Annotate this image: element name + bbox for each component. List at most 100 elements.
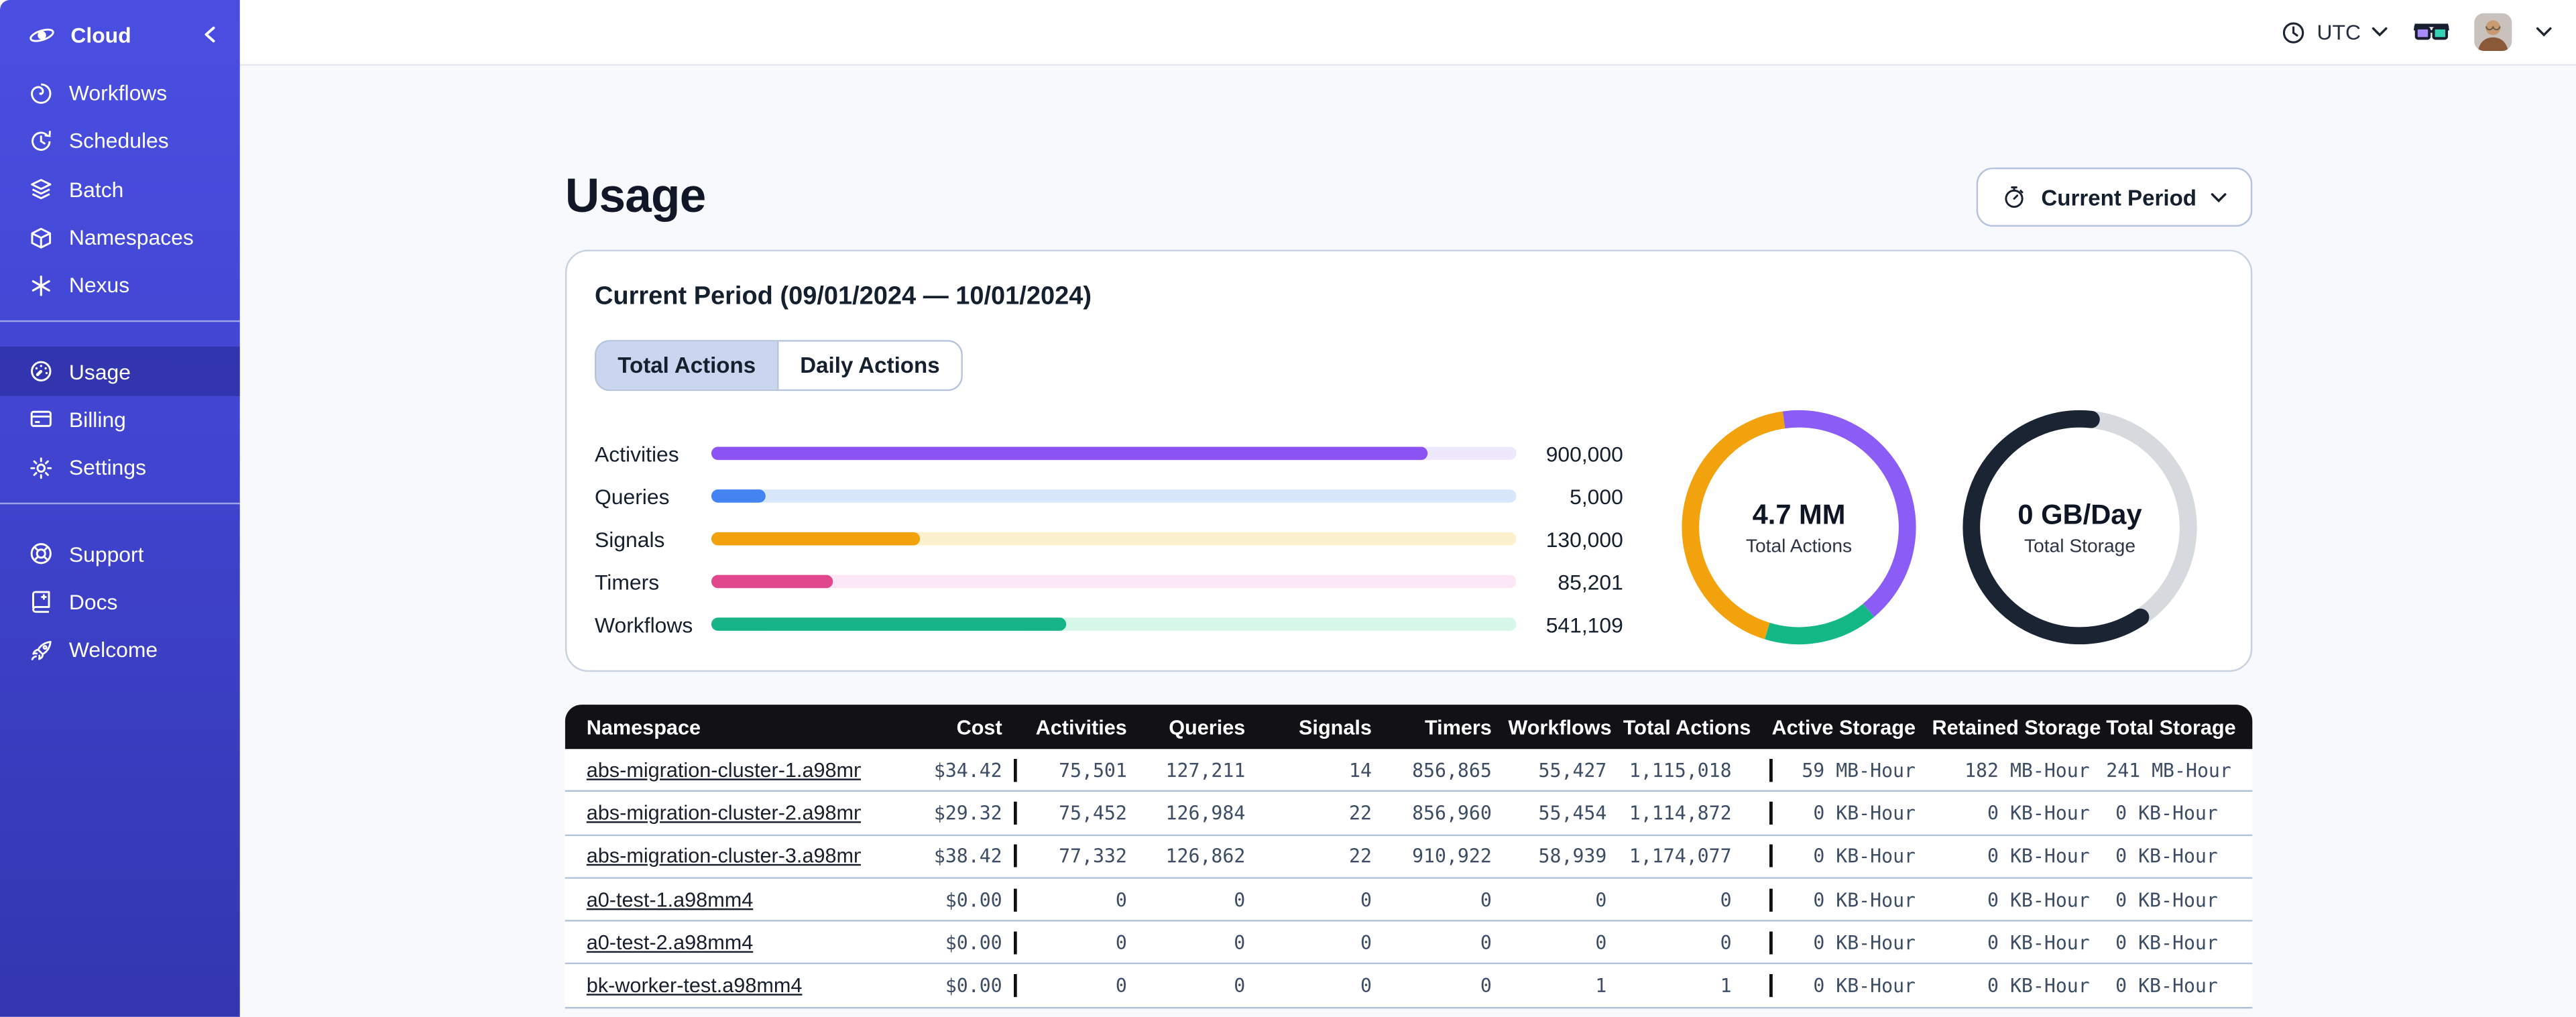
tab-daily-actions[interactable]: Daily Actions (776, 341, 961, 390)
total-actions-cell: 1,115,018 (1629, 758, 1732, 782)
workflows-cell: 58,939 (1538, 845, 1607, 868)
namespace-cell: a0-test-1.a98mm4 (565, 888, 861, 910)
bar-row-workflows: Workflows 541,109 (567, 603, 1651, 646)
signals-cell: 0 (1360, 974, 1372, 998)
retained-storage-cell: 0 KB-Hour (1987, 801, 2090, 825)
actions-tab-group: Total Actions Daily Actions (594, 340, 963, 392)
sidebar-item-workflows[interactable]: Workflows (0, 69, 240, 117)
sidebar-item-schedules[interactable]: Schedules (0, 117, 240, 166)
table-row: abs-migration-cluster-3.a98mm4 $38.42 77… (565, 835, 2253, 879)
column-header-workflows: Workflows (1508, 715, 1612, 739)
sidebar-item-label: Welcome (68, 637, 158, 662)
sidebar-item-support[interactable]: Support (0, 530, 240, 578)
total-actions-cell: 1,174,077 (1629, 845, 1732, 868)
workflows-cell: 55,454 (1538, 801, 1607, 825)
column-header-total-actions: Total Actions (1623, 715, 1751, 739)
active-storage-cell: 0 KB-Hour (1769, 974, 1932, 997)
retained-storage-cell: 0 KB-Hour (1987, 888, 2090, 911)
column-header-cost: Cost (956, 715, 1002, 739)
sidebar-item-welcome[interactable]: Welcome (0, 625, 240, 674)
activities-cell: 77,332 (1014, 845, 1144, 868)
namespace-link[interactable]: abs-migration-cluster-1.a98mm4 (587, 758, 861, 781)
sidebar-item-settings[interactable]: Settings (0, 444, 240, 492)
timezone-selector[interactable]: UTC (2281, 19, 2389, 45)
bar-track (711, 489, 1517, 503)
total-storage-caption: Total Storage (2024, 536, 2136, 556)
brand-label: Cloud (70, 22, 131, 47)
column-header-timers: Timers (1424, 715, 1492, 739)
table-row: bk-worker-test.a98mm4 $0.00 0 0 0 0 1 1 … (565, 965, 2253, 1008)
sidebar-item-nexus[interactable]: Nexus (0, 261, 240, 310)
total-storage-cell: 0 KB-Hour (2115, 931, 2218, 955)
retained-storage-cell: 182 MB-Hour (1965, 758, 2090, 782)
bar-row-activities: Activities 900,000 (567, 432, 1651, 475)
bar-row-queries: Queries 5,000 (567, 475, 1651, 518)
nerd-glasses-icon[interactable] (2412, 21, 2451, 43)
sidebar-item-namespaces[interactable]: Namespaces (0, 213, 240, 261)
period-selector-button[interactable]: Current Period (1977, 167, 2253, 227)
bar-label: Queries (594, 483, 670, 509)
active-storage-cell: 0 KB-Hour (1769, 845, 1932, 868)
activities-cell: 0 (1014, 888, 1144, 910)
sidebar: Cloud Workflows Schedules Batch Namespac… (0, 0, 240, 1017)
bar-fill (711, 574, 834, 589)
timers-cell: 0 (1480, 931, 1492, 955)
active-storage-cell: 59 MB-Hour (1769, 758, 1932, 781)
table-row: a0-test-2.a98mm4 $0.00 0 0 0 0 0 0 0 KB-… (565, 922, 2253, 965)
card-title: Current Period (09/01/2024 — 10/01/2024) (594, 282, 1092, 311)
account-chevron-down-icon[interactable] (2535, 26, 2553, 38)
user-avatar[interactable] (2474, 13, 2512, 51)
activities-cell: 0 (1014, 931, 1144, 954)
namespace-link[interactable]: abs-migration-cluster-3.a98mm4 (587, 845, 861, 868)
bar-value: 541,109 (1545, 611, 1623, 637)
namespace-link[interactable]: a0-test-2.a98mm4 (587, 931, 754, 954)
total-actions-caption: Total Actions (1745, 536, 1853, 556)
activities-cell: 0 (1014, 974, 1144, 997)
tab-total-actions[interactable]: Total Actions (596, 341, 777, 390)
workflows-cell: 55,427 (1538, 758, 1607, 782)
signals-cell: 22 (1349, 845, 1372, 868)
cost-cell: $0.00 (945, 974, 1002, 998)
namespace-link[interactable]: bk-worker-test.a98mm4 (587, 974, 803, 997)
cost-cell: $0.00 (945, 931, 1002, 955)
namespace-cell: abs-migration-cluster-2.a98mm4 (565, 802, 861, 825)
chevron-left-icon[interactable] (200, 25, 220, 44)
namespace-link[interactable]: a0-test-1.a98mm4 (587, 888, 754, 910)
column-header-retained-storage: Retained Storage (1932, 715, 2101, 739)
total-storage-donut: 0 GB/Day Total Storage (1958, 406, 2202, 649)
total-storage-cell: 0 KB-Hour (2115, 888, 2218, 911)
bar-fill (711, 446, 1428, 461)
total-storage-cell: 0 KB-Hour (2115, 974, 2218, 998)
sidebar-item-docs[interactable]: Docs (0, 578, 240, 626)
table-row: abs-migration-cluster-2.a98mm4 $29.32 75… (565, 792, 2253, 836)
workflows-cell: 0 (1595, 888, 1607, 911)
sidebar-item-billing[interactable]: Billing (0, 396, 240, 444)
total-actions-cell: 0 (1720, 888, 1732, 911)
queries-cell: 0 (1234, 888, 1246, 911)
main-content: Usage Current Period Current Period (09/… (240, 67, 2576, 1016)
sidebar-item-label: Nexus (68, 273, 130, 298)
sidebar-brand[interactable]: Cloud (0, 0, 240, 69)
bar-label: Workflows (594, 611, 693, 637)
column-header-activities: Activities (1035, 715, 1127, 739)
sidebar-item-usage[interactable]: Usage (0, 347, 240, 396)
usage-table: Namespace Cost Activities Queries Signal… (565, 705, 2253, 1008)
namespace-link[interactable]: abs-migration-cluster-2.a98mm4 (587, 802, 861, 825)
settings-gear-icon (28, 455, 54, 481)
column-header-active-storage: Active Storage (1771, 715, 1916, 739)
clock-icon (2281, 19, 2307, 45)
retained-storage-cell: 0 KB-Hour (1987, 974, 2090, 998)
bar-label: Timers (594, 569, 660, 594)
total-actions-value: 4.7 MM (1752, 498, 1846, 530)
sidebar-item-batch[interactable]: Batch (0, 165, 240, 213)
namespace-cell: a0-test-2.a98mm4 (565, 931, 861, 954)
cost-cell: $38.42 (933, 845, 1002, 868)
namespaces-cube-icon (28, 225, 54, 251)
actions-bar-chart: Activities 900,000 Queries 5,000 Signals… (567, 432, 1651, 646)
timers-cell: 910,922 (1412, 845, 1492, 868)
bar-value: 85,201 (1558, 569, 1623, 594)
sidebar-item-label: Namespaces (68, 225, 194, 250)
cost-cell: $34.42 (933, 758, 1002, 782)
queries-cell: 0 (1234, 931, 1246, 955)
support-lifering-icon (28, 540, 54, 566)
